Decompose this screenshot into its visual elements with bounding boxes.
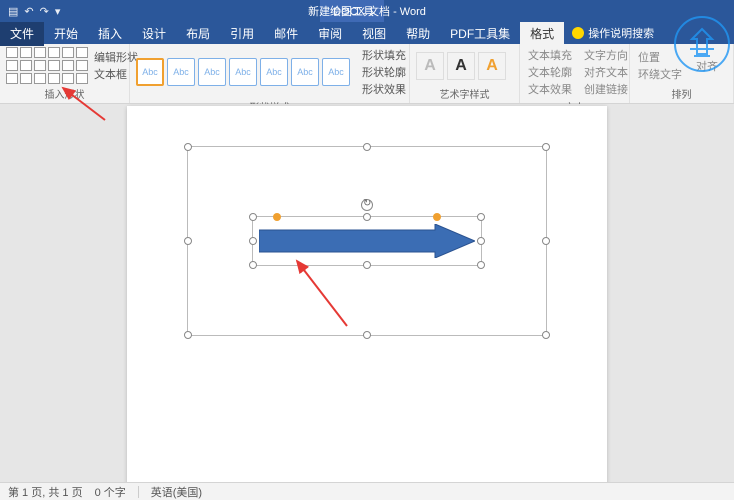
resize-handle[interactable] bbox=[363, 331, 371, 339]
group-insert-shapes: 编辑形状 文本框 插入形状 bbox=[0, 44, 130, 103]
style-preset[interactable]: Abc bbox=[291, 58, 319, 86]
resize-handle[interactable] bbox=[363, 261, 371, 269]
tell-me-search[interactable]: 操作说明搜索 bbox=[564, 25, 654, 41]
shape-effects-button[interactable]: 形状效果 bbox=[360, 81, 408, 97]
resize-handle[interactable] bbox=[477, 261, 485, 269]
wordart-gallery[interactable]: A A A bbox=[416, 52, 506, 80]
group-label: 艺术字样式 bbox=[416, 86, 513, 101]
status-language[interactable]: 英语(美国) bbox=[151, 484, 202, 500]
ribbon-tabs: 文件 开始 插入 设计 布局 引用 邮件 审阅 视图 帮助 PDF工具集 格式 … bbox=[0, 22, 734, 44]
resize-handle[interactable] bbox=[363, 143, 371, 151]
wordart-preset[interactable]: A bbox=[478, 52, 506, 80]
status-words[interactable]: 0 个字 bbox=[95, 484, 126, 500]
bulb-icon bbox=[572, 27, 584, 39]
tab-insert[interactable]: 插入 bbox=[88, 21, 132, 46]
shape-outline-button[interactable]: 形状轮廓 bbox=[360, 64, 408, 80]
resize-handle[interactable] bbox=[184, 237, 192, 245]
text-direction-button[interactable]: 文字方向 bbox=[582, 47, 630, 63]
group-shape-styles: Abc Abc Abc Abc Abc Abc Abc 形状填充 形状轮廓 形状… bbox=[130, 44, 410, 103]
group-label: 插入形状 bbox=[6, 86, 123, 101]
tab-home[interactable]: 开始 bbox=[44, 21, 88, 46]
group-arrange: 位置 环绕文字 对齐 排列 bbox=[630, 44, 734, 103]
resize-handle[interactable] bbox=[184, 331, 192, 339]
resize-handle[interactable] bbox=[249, 237, 257, 245]
page[interactable] bbox=[127, 106, 607, 482]
arrow-shape[interactable] bbox=[259, 224, 475, 258]
resize-handle[interactable] bbox=[249, 261, 257, 269]
align-text-button[interactable]: 对齐文本 bbox=[582, 64, 630, 80]
group-wordart-styles: A A A 艺术字样式 bbox=[410, 44, 520, 103]
tab-mailings[interactable]: 邮件 bbox=[264, 21, 308, 46]
shape-style-gallery[interactable]: Abc Abc Abc Abc Abc Abc Abc bbox=[136, 58, 350, 86]
tab-review[interactable]: 审阅 bbox=[308, 21, 352, 46]
resize-handle[interactable] bbox=[542, 143, 550, 151]
qat-more-icon[interactable]: ▾ bbox=[55, 5, 61, 18]
text-effects-button[interactable]: 文本效果 bbox=[526, 81, 574, 97]
resize-handle[interactable] bbox=[542, 331, 550, 339]
style-preset[interactable]: Abc bbox=[167, 58, 195, 86]
undo-icon[interactable]: ↶ bbox=[24, 5, 33, 18]
tab-view[interactable]: 视图 bbox=[352, 21, 396, 46]
document-title: 新建 DOCX 文档 - Word bbox=[308, 3, 426, 19]
tab-format[interactable]: 格式 bbox=[520, 21, 564, 46]
shape-gallery[interactable] bbox=[6, 47, 88, 84]
resize-handle[interactable] bbox=[477, 237, 485, 245]
save-icon[interactable]: ▤ bbox=[8, 5, 18, 18]
tab-file[interactable]: 文件 bbox=[0, 21, 44, 46]
status-bar: 第 1 页, 共 1 页 0 个字 英语(美国) bbox=[0, 482, 734, 500]
text-fill-button[interactable]: 文本填充 bbox=[526, 47, 574, 63]
separator bbox=[138, 486, 139, 498]
wordart-preset[interactable]: A bbox=[447, 52, 475, 80]
create-link-button[interactable]: 创建链接 bbox=[582, 81, 630, 97]
align-button[interactable]: 对齐 bbox=[694, 58, 720, 74]
style-preset[interactable]: Abc bbox=[322, 58, 350, 86]
title-bar: ▤ ↶ ↷ ▾ 绘图工具 新建 DOCX 文档 - Word bbox=[0, 0, 734, 22]
redo-icon[interactable]: ↷ bbox=[40, 5, 49, 18]
wordart-preset[interactable]: A bbox=[416, 52, 444, 80]
style-preset[interactable]: Abc bbox=[260, 58, 288, 86]
rotate-handle[interactable] bbox=[361, 199, 373, 211]
style-preset[interactable]: Abc bbox=[229, 58, 257, 86]
group-label: 排列 bbox=[636, 86, 727, 101]
document-canvas[interactable] bbox=[0, 104, 734, 482]
tell-me-label: 操作说明搜索 bbox=[588, 25, 654, 41]
adjust-handle[interactable] bbox=[273, 213, 281, 221]
style-preset[interactable]: Abc bbox=[136, 58, 164, 86]
resize-handle[interactable] bbox=[249, 213, 257, 221]
group-text: 文本填充 文本轮廓 文本效果 文字方向 对齐文本 创建链接 文本 bbox=[520, 44, 630, 103]
style-preset[interactable]: Abc bbox=[198, 58, 226, 86]
text-outline-button[interactable]: 文本轮廓 bbox=[526, 64, 574, 80]
resize-handle[interactable] bbox=[184, 143, 192, 151]
tab-help[interactable]: 帮助 bbox=[396, 21, 440, 46]
quick-access-toolbar: ▤ ↶ ↷ ▾ bbox=[0, 5, 60, 18]
tab-design[interactable]: 设计 bbox=[132, 21, 176, 46]
tab-references[interactable]: 引用 bbox=[220, 21, 264, 46]
tab-pdf[interactable]: PDF工具集 bbox=[440, 21, 520, 46]
shape-fill-button[interactable]: 形状填充 bbox=[360, 47, 408, 63]
resize-handle[interactable] bbox=[542, 237, 550, 245]
adjust-handle[interactable] bbox=[433, 213, 441, 221]
resize-handle[interactable] bbox=[477, 213, 485, 221]
wrap-text-button[interactable]: 环绕文字 bbox=[636, 66, 684, 82]
ribbon: 编辑形状 文本框 插入形状 Abc Abc Abc Abc Abc Abc Ab… bbox=[0, 44, 734, 104]
position-button[interactable]: 位置 bbox=[636, 49, 684, 65]
status-page[interactable]: 第 1 页, 共 1 页 bbox=[8, 484, 83, 500]
resize-handle[interactable] bbox=[363, 213, 371, 221]
tab-layout[interactable]: 布局 bbox=[176, 21, 220, 46]
